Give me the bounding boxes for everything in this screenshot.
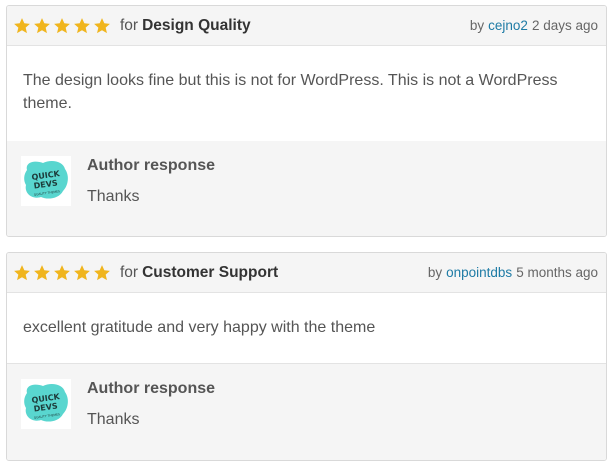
author-avatar: QUICK DEVS QUALITY THEMES	[21, 379, 71, 429]
review-category: Design Quality	[142, 16, 251, 34]
response-title: Author response	[87, 380, 216, 397]
for-label: for	[120, 263, 139, 281]
star-icon	[54, 264, 70, 280]
review-body: The design looks fine but this is not fo…	[7, 46, 606, 142]
response-text: Thanks	[87, 188, 140, 205]
response-content: Author response Thanks	[87, 141, 215, 236]
review-header: for Design Quality by cejno2 2 days ago	[7, 6, 606, 46]
star-icon	[54, 17, 70, 33]
quick-devs-logo: QUICK DEVS QUALITY THEMES	[24, 161, 68, 199]
response-text: Thanks	[87, 411, 140, 428]
review-category: Customer Support	[142, 263, 279, 281]
review-time: 5 months ago	[516, 265, 598, 280]
star-icon	[14, 264, 30, 280]
review-meta: by onpointdbs 5 months ago	[428, 253, 598, 292]
star-icon	[14, 17, 30, 33]
review-category-line: for Design Quality	[120, 17, 251, 35]
star-rating	[13, 264, 111, 282]
response-title: Author response	[87, 157, 216, 174]
star-icon	[94, 264, 110, 280]
for-label: for	[120, 16, 139, 34]
star-icon	[94, 17, 110, 33]
review-author-link[interactable]: onpointdbs	[446, 265, 512, 280]
star-rating	[13, 17, 111, 35]
review-body: excellent gratitude and very happy with …	[7, 293, 606, 364]
quick-devs-logo: QUICK DEVS QUALITY THEMES	[24, 384, 68, 422]
star-icon	[74, 264, 90, 280]
review-card: for Customer Support by onpointdbs 5 mont…	[6, 252, 607, 461]
star-icon	[34, 264, 50, 280]
star-icon	[74, 17, 90, 33]
author-avatar: QUICK DEVS QUALITY THEMES	[21, 156, 71, 206]
review-time: 2 days ago	[531, 18, 598, 33]
response-content: Author response Thanks	[87, 364, 215, 460]
review-card: for Design Quality by cejno2 2 days ago T…	[6, 5, 607, 237]
review-meta: by cejno2 2 days ago	[470, 6, 598, 45]
by-label: by	[469, 18, 485, 33]
review-category-line: for Customer Support	[120, 264, 278, 282]
star-icon	[34, 17, 50, 33]
author-response: QUICK DEVS QUALITY THEMES Author respons…	[7, 141, 606, 236]
review-author-link[interactable]: cejno2	[488, 18, 528, 33]
review-header: for Customer Support by onpointdbs 5 mont…	[7, 253, 606, 293]
author-response: QUICK DEVS QUALITY THEMES Author respons…	[7, 364, 606, 460]
by-label: by	[427, 265, 443, 280]
